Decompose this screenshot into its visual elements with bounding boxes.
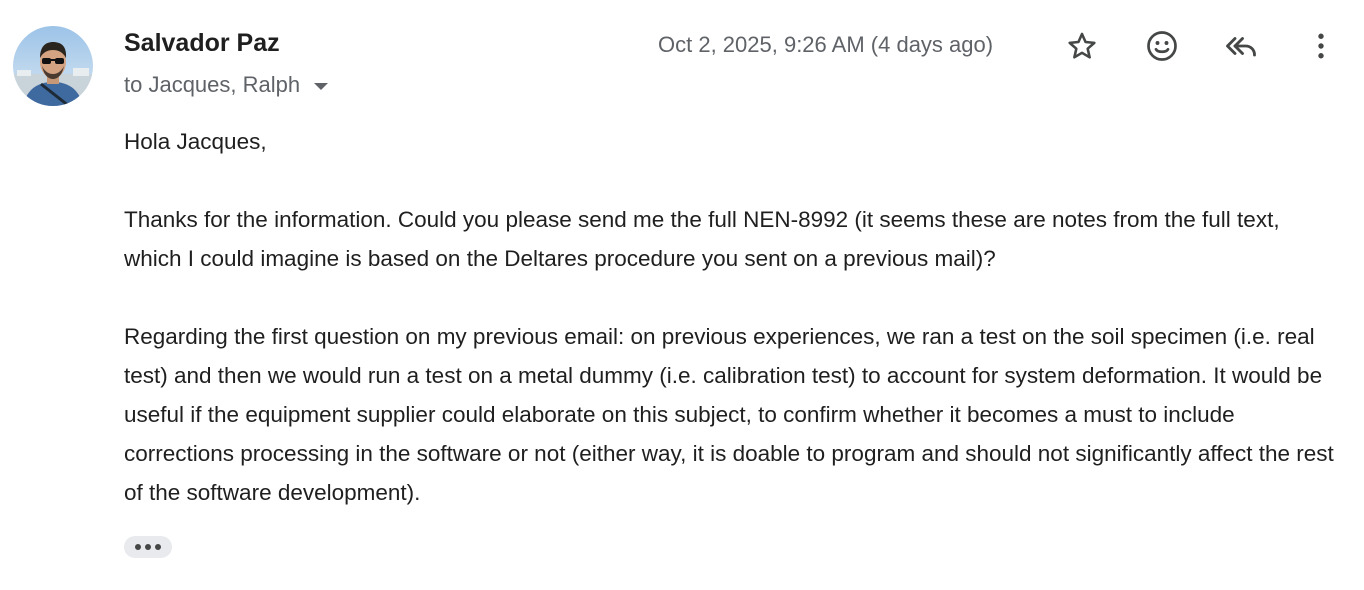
dot <box>145 544 151 550</box>
avatar[interactable] <box>13 26 93 106</box>
message-body: Hola Jacques, Thanks for the information… <box>124 122 1339 512</box>
body-paragraph: Thanks for the information. Could you pl… <box>124 207 1280 271</box>
reply-all-icon <box>1226 37 1256 57</box>
greeting: Hola Jacques, <box>124 129 267 154</box>
add-reaction-button[interactable] <box>1143 27 1181 65</box>
star-icon <box>1068 32 1096 59</box>
more-vert-icon <box>1318 33 1324 59</box>
avatar-photo <box>13 26 93 106</box>
caret-down-icon <box>314 82 329 90</box>
star-button[interactable] <box>1063 27 1101 65</box>
emoji-icon <box>1147 31 1177 61</box>
recipients-toggle[interactable]: to Jacques, Ralph <box>124 72 329 98</box>
body-paragraph: Regarding the first question on my previ… <box>124 324 1334 505</box>
reply-all-button[interactable] <box>1222 27 1260 65</box>
show-trimmed-content-button[interactable] <box>124 536 172 558</box>
more-options-button[interactable] <box>1302 27 1340 65</box>
dot <box>155 544 161 550</box>
message-date: Oct 2, 2025, 9:26 AM (4 days ago) <box>658 32 994 57</box>
sender-name[interactable]: Salvador Paz <box>124 29 280 58</box>
recipients-label: to Jacques, Ralph <box>124 72 301 97</box>
dot <box>135 544 141 550</box>
